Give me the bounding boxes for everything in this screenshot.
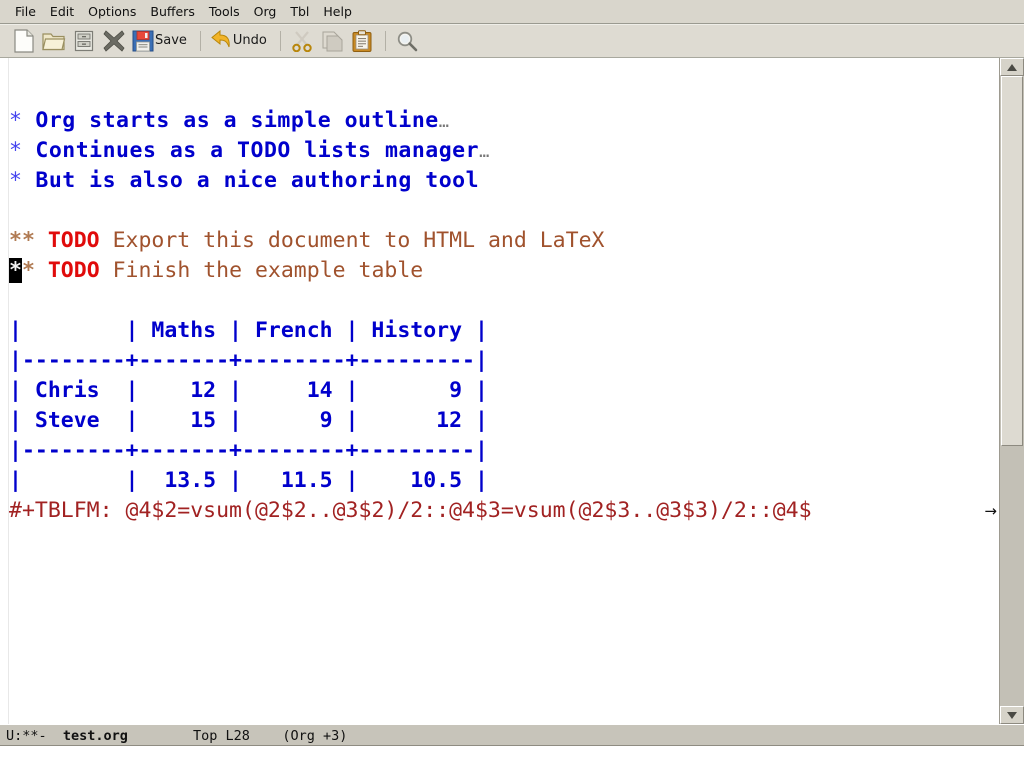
headline-2-ellipsis[interactable]: … [479, 142, 489, 162]
todo-2-text: Finish the example table [112, 258, 424, 283]
headline-2-text: Continues as a TODO lists manager [21, 138, 480, 163]
new-file-icon [14, 29, 34, 53]
mode-line-gap-1 [47, 728, 63, 744]
scroll-down-button[interactable] [1000, 706, 1024, 724]
line-truncation-icon: → [984, 502, 997, 520]
table-rule-bottom: |--------+-------+--------+---------| [9, 438, 488, 463]
scrollbar-thumb[interactable] [1001, 76, 1023, 446]
open-folder-icon [42, 33, 66, 51]
todo-1-space [35, 228, 48, 253]
undo-arrow-icon [211, 30, 230, 48]
org-headline-1[interactable]: * Org starts as a simple outline… [9, 106, 999, 136]
table-row[interactable]: | Steve | 15 | 9 | 12 | [9, 406, 999, 436]
headline-3-stars: * [9, 168, 22, 193]
new-file-button[interactable] [10, 27, 38, 55]
menu-bar: File Edit Options Buffers Tools Org Tbl … [0, 0, 1024, 24]
org-todo-item-2[interactable]: ** TODO Finish the example table [9, 256, 999, 286]
copy-button[interactable] [318, 27, 346, 55]
clipboard-paste-icon [352, 30, 372, 52]
menu-item-tools[interactable]: Tools [202, 3, 247, 21]
org-headline-2[interactable]: * Continues as a TODO lists manager… [9, 136, 999, 166]
mode-line[interactable]: U:**- test.org Top L28 (Org +3) [0, 724, 1024, 746]
toolbar-separator-3 [384, 31, 386, 51]
table-footer-row[interactable]: | | 13.5 | 11.5 | 10.5 | [9, 466, 999, 496]
todo-1-stars: ** [9, 228, 35, 253]
org-todo-item-1[interactable]: ** TODO Export this document to HTML and… [9, 226, 999, 256]
headline-1-text: Org starts as a simple outline [21, 108, 439, 133]
save-button-label: Save [155, 33, 187, 48]
menu-item-buffers[interactable]: Buffers [143, 3, 201, 21]
text-cursor: * [9, 258, 22, 283]
table-header-row[interactable]: | | Maths | French | History | [9, 316, 999, 346]
paste-button[interactable] [348, 27, 376, 55]
org-headline-3[interactable]: * But is also a nice authoring tool [9, 166, 999, 196]
menu-item-tbl[interactable]: Tbl [283, 3, 316, 21]
copy-icon [322, 31, 343, 52]
headline-1-ellipsis[interactable]: … [439, 112, 449, 132]
tblfm-prefix: #+TBLFM: [9, 498, 126, 523]
menu-item-edit[interactable]: Edit [43, 3, 81, 21]
mode-line-gap-2 [128, 728, 193, 744]
tool-bar: Save Undo [0, 24, 1024, 58]
mode-line-gap-3 [250, 728, 283, 744]
vertical-scrollbar[interactable] [999, 58, 1024, 724]
todo-1-space2 [100, 228, 113, 253]
echo-area[interactable] [0, 746, 1024, 768]
todo-2-space2 [100, 258, 113, 283]
tblfm-formula: @4$2=vsum(@2$2..@3$2)/2::@4$3=vsum(@2$3.… [125, 498, 812, 523]
open-file-button[interactable] [40, 27, 68, 55]
todo-2-stars-rest: * [21, 258, 35, 283]
menu-item-file[interactable]: File [8, 3, 43, 21]
mode-line-major-mode[interactable]: (Org +3) [282, 728, 347, 744]
undo-button[interactable]: Undo [208, 27, 271, 55]
mode-line-position: Top L28 [192, 727, 250, 744]
triangle-down-icon [1007, 711, 1017, 719]
scissors-icon [292, 31, 312, 52]
scroll-up-button[interactable] [1000, 58, 1024, 76]
mode-line-coding: U:**- [6, 727, 47, 744]
undo-button-label: Undo [232, 33, 267, 48]
menu-item-help[interactable]: Help [316, 3, 359, 21]
headline-2-stars: * [9, 138, 22, 163]
table-rule-top: |--------+-------+--------+---------| [9, 348, 488, 373]
toolbar-separator-1 [199, 31, 201, 51]
headline-1-stars: * [9, 108, 22, 133]
left-fringe [0, 58, 9, 724]
table-row[interactable]: | Chris | 12 | 14 | 9 | [9, 376, 999, 406]
todo-2-space [35, 258, 48, 283]
toolbar-separator-2 [279, 31, 281, 51]
tblfm-line[interactable]: #+TBLFM: @4$2=vsum(@2$2..@3$2)/2::@4$3=v… [9, 496, 999, 526]
save-as-icon [74, 30, 94, 52]
mode-line-buffer-name[interactable]: test.org [63, 728, 128, 744]
save-button[interactable]: Save [130, 27, 191, 55]
menu-item-options[interactable]: Options [81, 3, 143, 21]
text-area[interactable]: * Org starts as a simple outline… * Cont… [9, 58, 999, 724]
search-button[interactable] [393, 27, 421, 55]
magnifier-icon [397, 31, 418, 52]
todo-1-keyword[interactable]: TODO [48, 228, 100, 253]
todo-1-text: Export this document to HTML and LaTeX [112, 228, 605, 253]
close-buffer-button[interactable] [100, 27, 128, 55]
headline-3-text: But is also a nice authoring tool [21, 168, 480, 193]
scrollbar-track[interactable] [1000, 76, 1024, 706]
todo-2-keyword[interactable]: TODO [48, 258, 100, 283]
emacs-frame: File Edit Options Buffers Tools Org Tbl … [0, 0, 1024, 768]
floppy-save-icon [132, 30, 154, 52]
close-x-icon [103, 30, 125, 52]
cut-button[interactable] [288, 27, 316, 55]
triangle-up-icon [1007, 63, 1017, 71]
save-as-button[interactable] [70, 27, 98, 55]
menu-item-org[interactable]: Org [247, 3, 284, 21]
buffer-window: * Org starts as a simple outline… * Cont… [0, 58, 1024, 724]
